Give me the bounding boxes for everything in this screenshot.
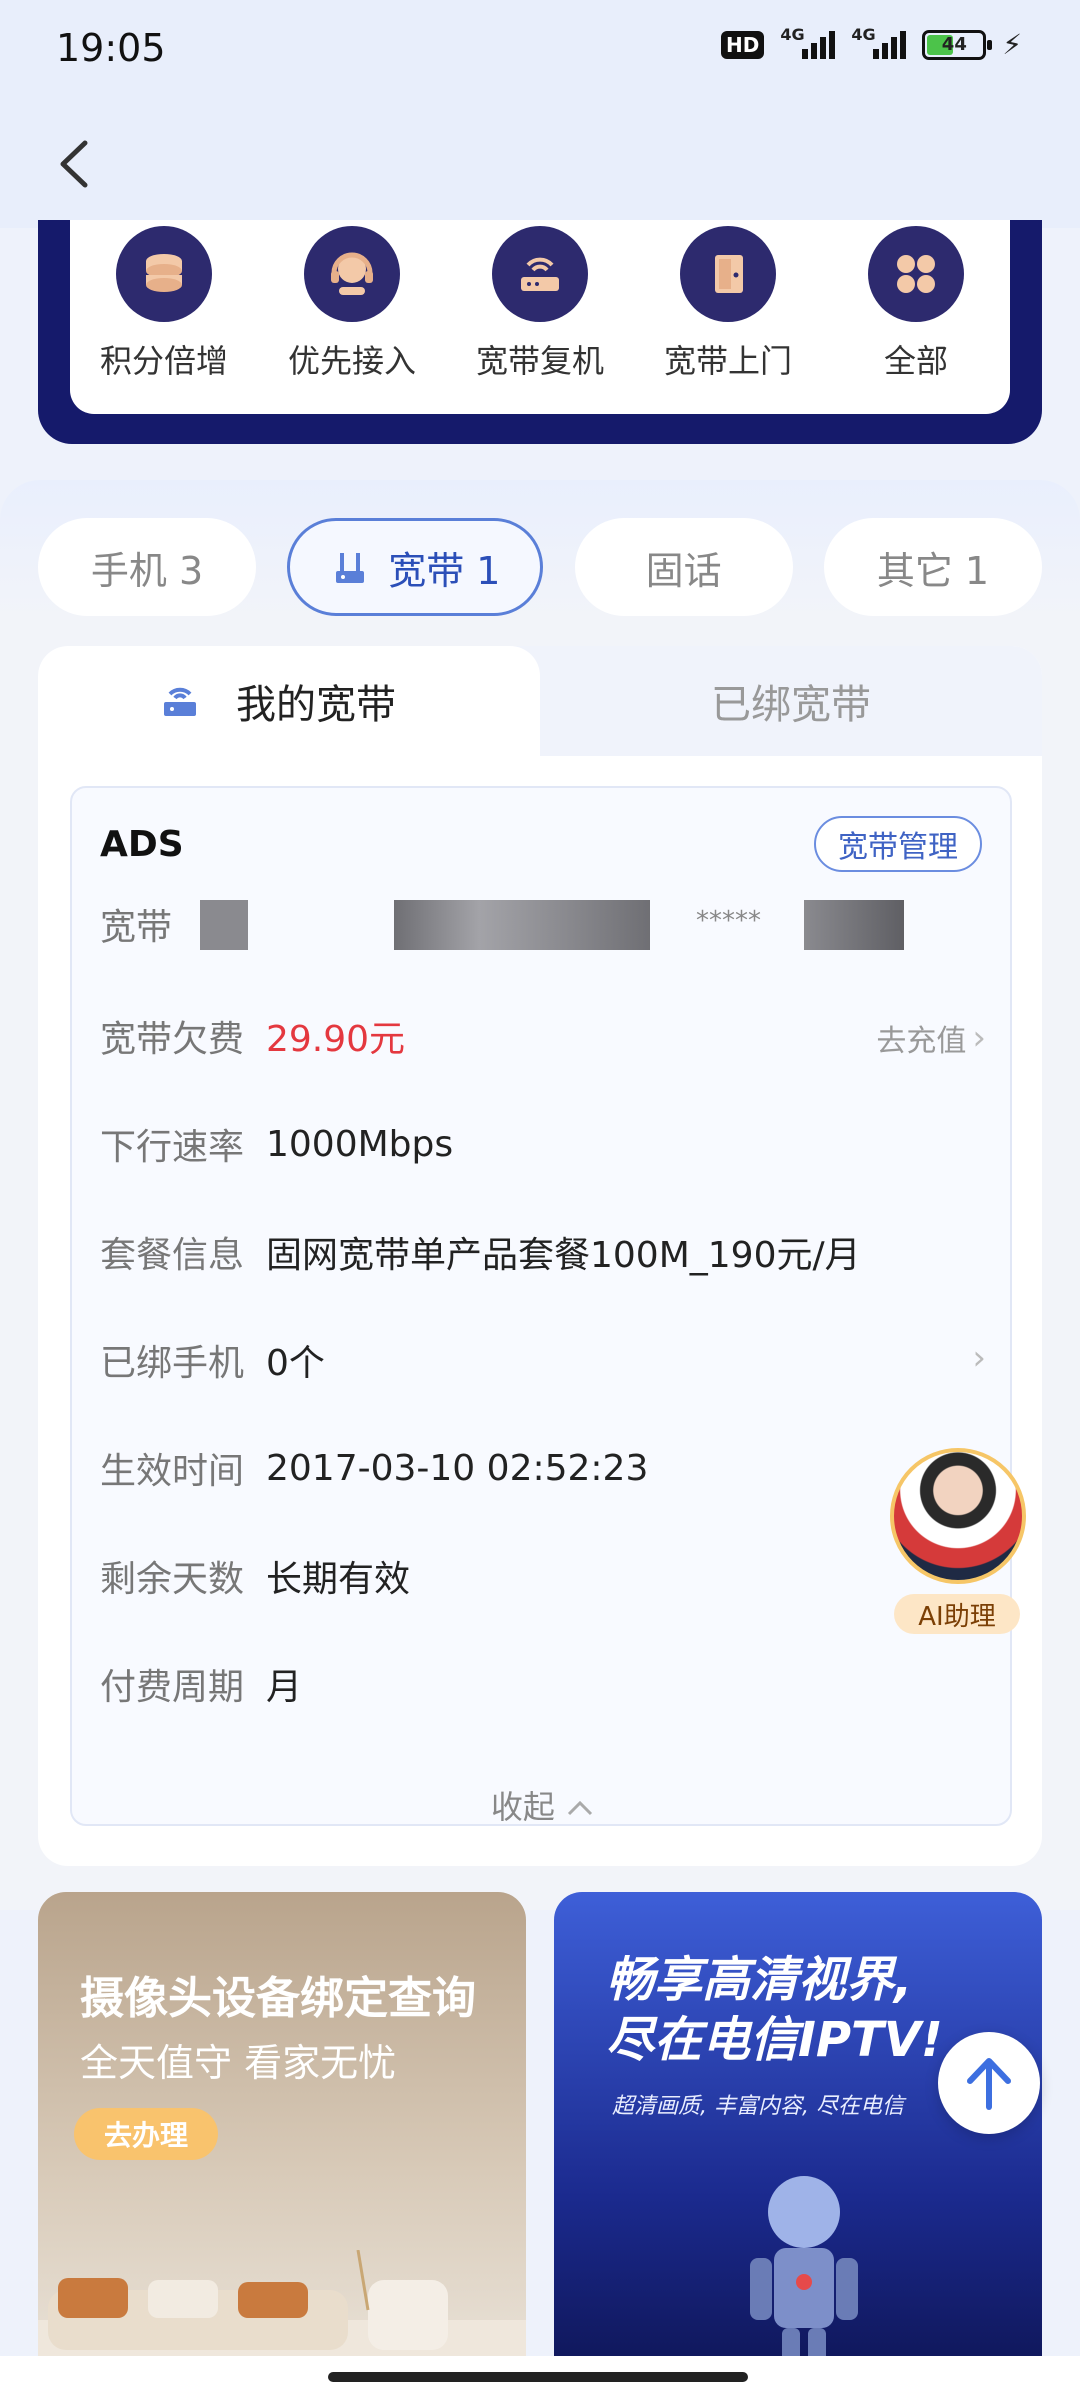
field-value: 1000Mbps <box>266 1123 454 1165</box>
tab-label: 宽带 1 <box>388 548 501 593</box>
privacy-mask <box>200 900 248 950</box>
home-indicator[interactable] <box>328 2372 748 2382</box>
service-item-reconnect[interactable]: 宽带复机 <box>455 226 625 414</box>
back-button[interactable] <box>44 134 104 194</box>
privacy-mask <box>804 900 904 950</box>
field-key: 下行速率 <box>100 1127 245 1168</box>
tab-landline[interactable]: 固话 <box>574 518 793 616</box>
ai-helper-label: AI助理 <box>894 1594 1020 1634</box>
recharge-label: 去充值 <box>876 1024 967 1059</box>
scroll-to-top-button[interactable] <box>938 2032 1040 2134</box>
field-key: 已绑手机 <box>100 1343 245 1384</box>
services-banner: 积分倍增 优先接入 宽带复机 宽带上门 全部 <box>38 220 1042 444</box>
recharge-link[interactable]: 去充值 › <box>876 1016 986 1060</box>
promo-title-line: 畅享高清视界, <box>606 1952 913 2008</box>
ai-avatar <box>890 1448 1026 1584</box>
promo-camera-card[interactable]: 摄像头设备绑定查询 全天值守 看家无忧 去办理 <box>38 1892 526 2400</box>
service-item-priority[interactable]: 优先接入 <box>267 226 437 414</box>
service-item-points[interactable]: 积分倍增 <box>79 226 249 414</box>
collapse-button[interactable]: 收起 <box>72 1782 1014 1828</box>
service-label: 全部 <box>883 342 948 380</box>
service-label: 优先接入 <box>287 342 416 380</box>
battery-level: 44 <box>941 33 967 55</box>
router-icon <box>336 553 365 583</box>
status-time: 19:05 <box>56 26 166 70</box>
subtab-label: 我的宽带 <box>236 682 396 728</box>
arrow-up-icon <box>967 2058 1011 2110</box>
status-bar: 19:05 HD 4G 4G 44 ⚡ <box>0 0 1080 100</box>
battery-icon: 44 <box>922 29 993 60</box>
signal-icon: 4G <box>851 25 907 59</box>
field-key: 宽带欠费 <box>100 1019 245 1060</box>
field-row-speed: 下行速率 1000Mbps <box>100 1114 453 1174</box>
field-value: 2017-03-10 02:52:23 <box>266 1447 649 1489</box>
tab-other[interactable]: 其它 1 <box>823 518 1042 616</box>
hd-icon: HD <box>720 30 765 59</box>
field-value: 0个 <box>266 1343 325 1384</box>
field-value: 长期有效 <box>266 1559 411 1600</box>
field-row-remaining-days: 剩余天数 长期有效 <box>100 1546 410 1606</box>
category-tabs: 手机 3 宽带 1 固话 其它 1 <box>38 518 1042 616</box>
chevron-left-icon <box>60 140 88 188</box>
promo-title-line: 尽在电信IPTV! <box>606 2012 943 2068</box>
tab-broadband[interactable]: 宽带 1 <box>287 518 544 616</box>
chevron-right-icon: › <box>972 1338 986 1378</box>
promo-title: 摄像头设备绑定查询 <box>80 1973 476 2024</box>
router-icon <box>492 226 588 322</box>
chevron-right-icon: › <box>972 1018 986 1058</box>
chevron-up-icon <box>568 1800 593 1816</box>
services-grid: 积分倍增 优先接入 宽带复机 宽带上门 全部 <box>70 220 1010 414</box>
broadband-info-box: ADS 宽带管理 宽带 ***** 宽带欠费 29.90元 去充值 › 下行速率… <box>70 786 1012 1826</box>
promo-title: 畅享高清视界, 尽在电信IPTV! <box>606 1950 943 2070</box>
nav-bar <box>0 100 1080 228</box>
promo-subtitle: 超清画质, 丰富内容, 尽在电信 <box>612 2094 904 2119</box>
field-key: 生效时间 <box>100 1451 245 1492</box>
service-item-all[interactable]: 全部 <box>831 226 1001 414</box>
subtab-bar: 我的宽带 已绑宽带 <box>38 646 1042 756</box>
ai-helper-button[interactable]: AI助理 <box>876 1448 1040 1638</box>
service-label: 宽带复机 <box>475 342 604 380</box>
service-label: 积分倍增 <box>99 342 228 380</box>
field-key: 剩余天数 <box>100 1559 245 1600</box>
grid-icon <box>868 226 964 322</box>
coins-icon <box>116 226 212 322</box>
promo-iptv-card[interactable]: 畅享高清视界, 尽在电信IPTV! 超清画质, 丰富内容, 尽在电信 <box>554 1892 1042 2400</box>
field-value: 固网宽带单产品套餐100M_190元/月 <box>266 1235 861 1276</box>
service-label: 宽带上门 <box>663 342 792 380</box>
tab-phone[interactable]: 手机 3 <box>38 518 256 616</box>
subtab-my-broadband[interactable]: 我的宽带 <box>38 646 540 756</box>
field-value: 月 <box>266 1667 303 1708</box>
masked-number: ***** <box>696 906 761 936</box>
field-key: 付费周期 <box>100 1667 245 1708</box>
manage-broadband-button[interactable]: 宽带管理 <box>814 816 982 872</box>
field-row-effective-time: 生效时间 2017-03-10 02:52:23 <box>100 1438 648 1498</box>
service-item-visit[interactable]: 宽带上门 <box>643 226 813 414</box>
charging-icon: ⚡ <box>1002 28 1022 61</box>
promo-subtitle: 全天值守 看家无忧 <box>80 2041 397 2085</box>
privacy-mask <box>394 900 650 950</box>
router-icon <box>164 687 196 716</box>
promo-go-button[interactable]: 去办理 <box>74 2108 219 2160</box>
status-icons: HD 4G 4G 44 ⚡ <box>720 25 1022 61</box>
network-type-label: 4G <box>780 24 805 44</box>
collapse-label: 收起 <box>490 1788 555 1826</box>
field-key: 套餐信息 <box>100 1235 245 1276</box>
field-row-billing-cycle: 付费周期 月 <box>100 1654 302 1714</box>
arrears-amount: 29.90元 <box>266 1019 406 1060</box>
signal-icon: 4G <box>780 25 836 59</box>
account-id: ADS <box>100 824 184 865</box>
headset-icon <box>304 226 400 322</box>
field-row-bound-phones[interactable]: 已绑手机 0个 <box>100 1330 990 1390</box>
bound-phones-chevron[interactable]: › <box>966 1338 986 1378</box>
subtab-bound-broadband[interactable]: 已绑宽带 <box>540 646 1042 756</box>
broadband-panel: 我的宽带 已绑宽带 ADS 宽带管理 宽带 ***** 宽带欠费 29.90元 … <box>38 646 1042 1866</box>
network-type-label: 4G <box>851 24 876 44</box>
field-row-package: 套餐信息 固网宽带单产品套餐100M_190元/月 <box>100 1222 861 1282</box>
field-row-arrears: 宽带欠费 29.90元 <box>100 1006 405 1066</box>
door-icon <box>680 226 776 322</box>
